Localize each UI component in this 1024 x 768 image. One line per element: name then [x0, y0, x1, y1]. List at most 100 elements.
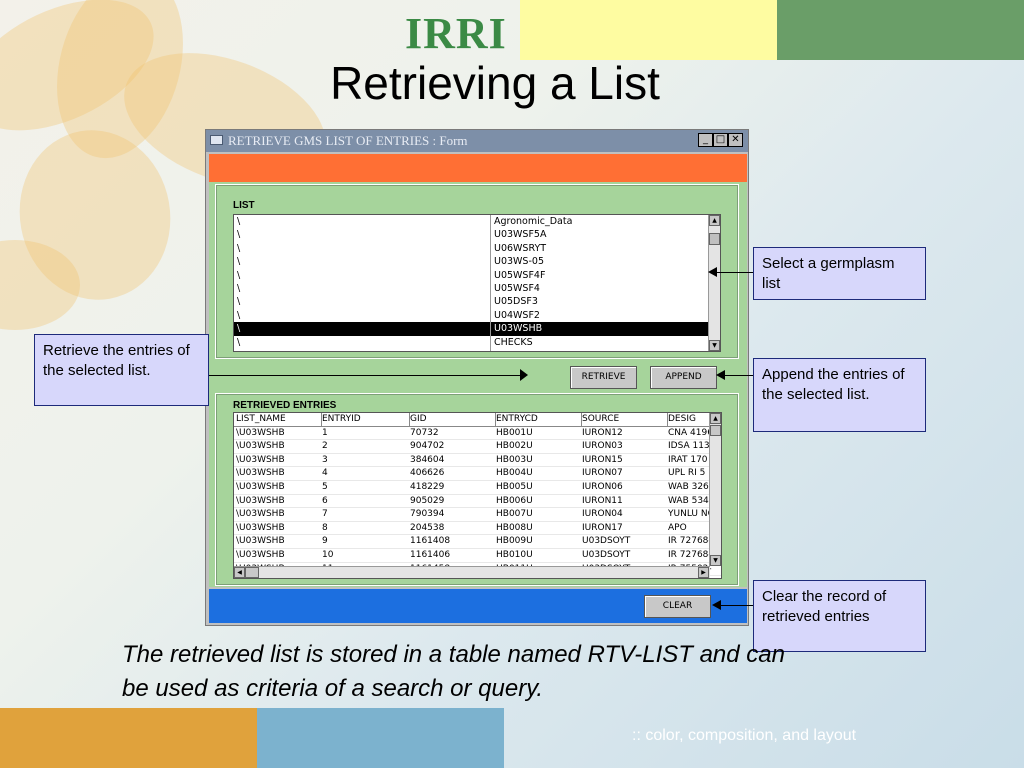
table-cell: CNA 4196	[668, 427, 712, 438]
append-button[interactable]: APPEND	[650, 366, 717, 389]
column-header[interactable]: DESIG	[668, 413, 714, 426]
list-item-owner: \	[237, 242, 241, 254]
table-cell: U03DSOYT	[582, 549, 631, 560]
retrieved-entries-group: RETRIEVED ENTRIES LIST_NAME ENTRYID GID ENT…	[215, 393, 739, 586]
table-cell: HB003U	[496, 454, 533, 465]
list-group: LIST \ Agronomic_Data \ U03WSF5A \ U06WSRYT \ U…	[215, 184, 739, 359]
table-cell: HB008U	[496, 522, 533, 533]
scroll-right-icon[interactable]: ▶	[698, 567, 709, 578]
list-item[interactable]: \ U05WSF4F	[234, 269, 720, 282]
scroll-up-icon[interactable]: ▲	[709, 215, 720, 226]
scroll-left-icon[interactable]: ◀	[234, 567, 245, 578]
list-item-owner: \	[237, 256, 241, 268]
table-cell: \U03WSHB	[236, 441, 285, 452]
list-item[interactable]: \ U05WSF4	[234, 282, 720, 295]
select-arrow-icon	[708, 267, 717, 277]
column-header[interactable]: GID	[410, 413, 496, 426]
column-header[interactable]: LIST_NAME	[236, 413, 322, 426]
table-row[interactable]: \U03WSHB 1 70732 HB001U IURON12 CNA 4196	[234, 427, 721, 441]
maximize-button[interactable]: □	[713, 133, 728, 147]
caption-line-1: The retrieved list is stored in a table …	[122, 641, 785, 668]
retrieved-entries-grid[interactable]: LIST_NAME ENTRYID GID ENTRYCD SOURCE DESIG \U0…	[233, 412, 722, 579]
grid-horizontal-scrollbar[interactable]: ◀ ▶	[234, 566, 710, 578]
grid-vertical-scrollbar[interactable]: ▲ ▼	[709, 413, 721, 566]
table-row[interactable]: \U03WSHB 5 418229 HB005U IURON06 WAB 326-	[234, 481, 721, 495]
table-cell: IURON12	[582, 427, 623, 438]
table-row[interactable]: \U03WSHB 6 905029 HB006U IURON11 WAB 534-	[234, 495, 721, 509]
table-cell: HB001U	[496, 427, 533, 438]
table-cell: 406626	[410, 468, 445, 479]
grid-header-row: LIST_NAME ENTRYID GID ENTRYCD SOURCE DESIG	[234, 413, 721, 427]
scroll-down-icon[interactable]: ▼	[710, 555, 721, 566]
retrieve-button[interactable]: RETRIEVE	[570, 366, 637, 389]
column-header[interactable]: SOURCE	[582, 413, 668, 426]
column-header[interactable]: ENTRYCD	[496, 413, 582, 426]
table-cell: HB010U	[496, 549, 533, 560]
table-row[interactable]: \U03WSHB 4 406626 HB004U IURON07 UPL RI 5	[234, 467, 721, 481]
footer-band: CLEAR	[209, 589, 747, 623]
header-yellow-block	[520, 0, 777, 60]
table-cell: IURON03	[582, 441, 623, 452]
window-title: RETRIEVE GMS LIST OF ENTRIES : Form	[228, 133, 468, 148]
list-item[interactable]: \ U03WS-05	[234, 255, 720, 268]
table-row[interactable]: \U03WSHB 9 1161408 HB009U U03DSOYT IR 72768-	[234, 535, 721, 549]
clear-arrow-icon	[712, 600, 721, 610]
table-cell: 7	[322, 509, 328, 520]
table-cell: IURON15	[582, 454, 623, 465]
window-titlebar[interactable]: RETRIEVE GMS LIST OF ENTRIES : Form _ □ …	[206, 130, 748, 152]
table-cell: 1	[322, 427, 328, 438]
table-cell: 6	[322, 495, 328, 506]
slide-title: Retrieving a List	[330, 57, 660, 109]
minimize-button[interactable]: _	[698, 133, 713, 147]
table-cell: 9	[322, 536, 328, 547]
form-icon[interactable]	[210, 135, 223, 145]
header-green-block	[777, 0, 1024, 60]
slide-caption: The retrieved list is stored in a table …	[122, 638, 922, 706]
table-cell: \U03WSHB	[236, 495, 285, 506]
table-cell: HB004U	[496, 468, 533, 479]
table-cell: YUNLU NC	[668, 509, 712, 520]
table-cell: \U03WSHB	[236, 468, 285, 479]
list-item[interactable]: \ U03WSHB	[234, 322, 720, 336]
table-cell: 70732	[410, 427, 439, 438]
table-cell: IDSA 113	[668, 441, 710, 452]
table-row[interactable]: \U03WSHB 2 904702 HB002U IURON03 IDSA 113	[234, 440, 721, 454]
list-item[interactable]: \ U03WSF5A	[234, 228, 720, 241]
list-item[interactable]: \ CHECKS	[234, 336, 720, 349]
list-item[interactable]: \ U04WSF2	[234, 309, 720, 322]
list-item-name: U03WSHB	[494, 323, 543, 335]
scroll-up-icon[interactable]: ▲	[710, 413, 721, 424]
list-column-divider	[490, 215, 491, 351]
irri-logo: IRRI	[405, 9, 507, 58]
caption-line-2: be used as criteria of a search or query…	[122, 675, 544, 702]
table-cell: IURON07	[582, 468, 623, 479]
table-cell: HB006U	[496, 495, 533, 506]
list-item-owner: \	[237, 336, 241, 348]
table-row[interactable]: \U03WSHB 7 790394 HB007U IURON04 YUNLU NC	[234, 508, 721, 522]
list-item[interactable]: \ U05DSF3	[234, 295, 720, 308]
list-item-owner: \	[237, 323, 241, 335]
clear-button[interactable]: CLEAR	[644, 595, 711, 618]
scroll-thumb[interactable]	[710, 425, 721, 436]
column-header[interactable]: ENTRYID	[322, 413, 410, 426]
list-item[interactable]: \ U06WSRYT	[234, 242, 720, 255]
table-row[interactable]: \U03WSHB 8 204538 HB008U IURON17 APO	[234, 522, 721, 536]
table-row[interactable]: \U03WSHB 3 384604 HB003U IURON15 IRAT 170	[234, 454, 721, 468]
table-row[interactable]: \U03WSHB 10 1161406 HB010U U03DSOYT IR 72768-	[234, 549, 721, 563]
form-body: LIST \ Agronomic_Data \ U03WSF5A \ U06WSRYT \ U…	[209, 182, 747, 587]
retrieve-callout: Retrieve the entries of the selected lis…	[34, 334, 209, 406]
list-item-name: U03WS-05	[494, 256, 544, 268]
close-button[interactable]: ✕	[728, 133, 743, 147]
table-cell: \U03WSHB	[236, 427, 285, 438]
list-item-name: CHECKS	[494, 336, 533, 348]
table-cell: \U03WSHB	[236, 522, 285, 533]
retrieve-callout-text: Retrieve the entries of the selected lis…	[43, 342, 190, 379]
list-item[interactable]: \ Agronomic_Data	[234, 215, 720, 228]
list-item-name: Agronomic_Data	[494, 216, 573, 227]
scroll-thumb[interactable]	[245, 567, 259, 578]
append-callout: Append the entries of the selected list.	[753, 358, 926, 432]
scroll-thumb[interactable]	[709, 233, 720, 245]
germplasm-list-box[interactable]: \ Agronomic_Data \ U03WSF5A \ U06WSRYT \ U03WS-…	[233, 214, 721, 352]
list-scrollbar[interactable]: ▲ ▼	[708, 215, 720, 351]
scroll-down-icon[interactable]: ▼	[709, 340, 720, 351]
